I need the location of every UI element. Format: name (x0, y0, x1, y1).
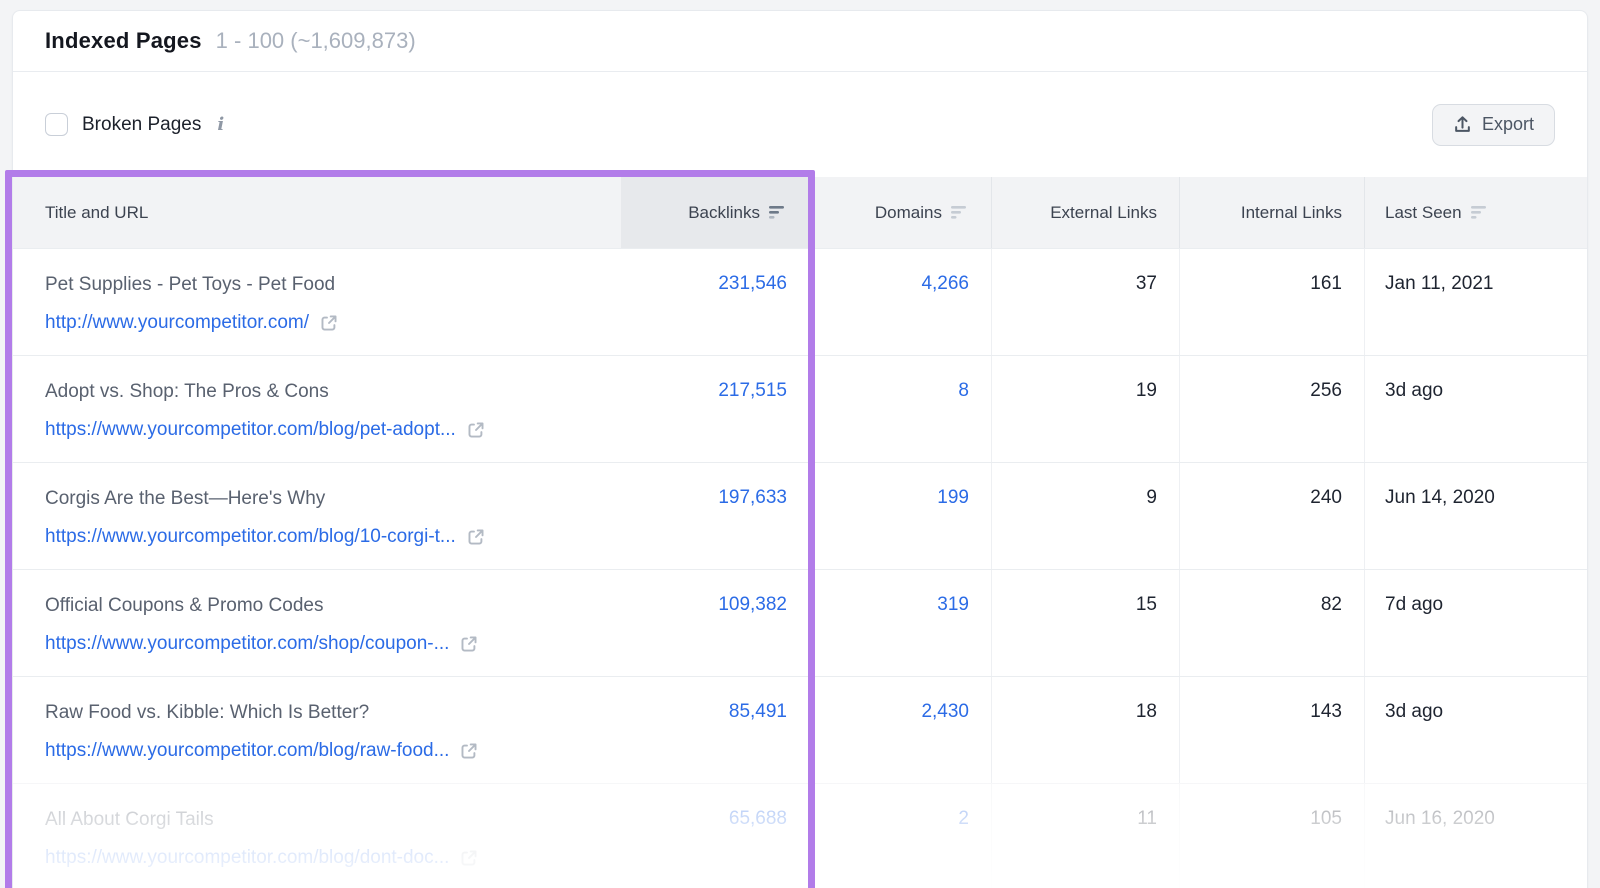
row-title: All About Corgi Tails (45, 809, 214, 830)
backlinks-value[interactable]: 217,515 (718, 380, 787, 401)
column-header-last-seen[interactable]: Last Seen (1364, 177, 1587, 248)
external-link-icon[interactable] (460, 849, 478, 867)
last-seen-value: 3d ago (1364, 356, 1587, 462)
row-title: Official Coupons & Promo Codes (45, 595, 324, 616)
table-row: Adopt vs. Shop: The Pros & Cons https://… (13, 355, 1587, 462)
table-row: Raw Food vs. Kibble: Which Is Better? ht… (13, 676, 1587, 783)
backlinks-value[interactable]: 85,491 (729, 701, 787, 722)
internal-links-value: 161 (1179, 249, 1364, 355)
indexed-pages-screen: Indexed Pages 1 - 100 (~1,609,873) Broke… (0, 0, 1600, 888)
row-url-link[interactable]: https://www.yourcompetitor.com/shop/coup… (45, 633, 449, 655)
internal-links-value: 143 (1179, 677, 1364, 783)
table-row: Corgis Are the Best—Here's Why https://w… (13, 462, 1587, 569)
external-links-value: 15 (991, 570, 1179, 676)
external-links-value: 19 (991, 356, 1179, 462)
broken-pages-filter: Broken Pages i (45, 113, 226, 136)
results-range: 1 - 100 (~1,609,873) (215, 28, 416, 53)
sort-icon (951, 206, 966, 219)
last-seen-value: 3d ago (1364, 677, 1587, 783)
export-label: Export (1481, 114, 1534, 134)
broken-pages-label: Broken Pages (82, 113, 202, 135)
external-links-value: 18 (991, 677, 1179, 783)
external-link-icon[interactable] (460, 635, 478, 653)
table-row: All About Corgi Tails https://www.yourco… (13, 783, 1587, 888)
export-button[interactable]: Export (1431, 103, 1555, 146)
external-links-value: 9 (991, 463, 1179, 569)
domains-value[interactable]: 2,430 (921, 701, 969, 722)
external-link-icon[interactable] (467, 421, 485, 439)
row-url-link[interactable]: https://www.yourcompetitor.com/blog/10-c… (45, 526, 456, 548)
row-title: Pet Supplies - Pet Toys - Pet Food (45, 274, 336, 295)
table-row: Pet Supplies - Pet Toys - Pet Food http:… (13, 248, 1587, 355)
domains-value[interactable]: 319 (937, 594, 969, 615)
column-header-external-links: External Links (991, 177, 1179, 248)
domains-value[interactable]: 4,266 (921, 273, 969, 294)
column-header-domains[interactable]: Domains (809, 177, 991, 248)
internal-links-value: 240 (1179, 463, 1364, 569)
table-row: Official Coupons & Promo Codes https://w… (13, 569, 1587, 676)
row-title: Adopt vs. Shop: The Pros & Cons (45, 381, 329, 402)
row-title: Raw Food vs. Kibble: Which Is Better? (45, 702, 370, 723)
external-link-icon[interactable] (467, 528, 485, 546)
indexed-pages-card: Indexed Pages 1 - 100 (~1,609,873) Broke… (12, 10, 1588, 888)
column-header-internal-links: Internal Links (1179, 177, 1364, 248)
toolbar: Broken Pages i Export (13, 72, 1587, 177)
row-url-link[interactable]: https://www.yourcompetitor.com/blog/raw-… (45, 740, 449, 762)
info-icon[interactable]: i (215, 114, 226, 135)
row-url-link[interactable]: https://www.yourcompetitor.com/blog/dont… (45, 847, 449, 869)
page-title: Indexed Pages (45, 28, 202, 53)
last-seen-value: Jan 11, 2021 (1364, 249, 1587, 355)
row-url-link[interactable]: http://www.yourcompetitor.com/ (45, 312, 309, 334)
internal-links-value: 105 (1179, 784, 1364, 888)
backlinks-value[interactable]: 231,546 (718, 273, 787, 294)
last-seen-value: 7d ago (1364, 570, 1587, 676)
external-link-icon[interactable] (460, 742, 478, 760)
backlinks-value[interactable]: 197,633 (718, 487, 787, 508)
external-links-value: 11 (991, 784, 1179, 888)
domains-value[interactable]: 2 (958, 808, 969, 829)
internal-links-value: 256 (1179, 356, 1364, 462)
domains-value[interactable]: 199 (937, 487, 969, 508)
indexed-pages-table: Title and URL Backlinks Domains External… (13, 177, 1587, 888)
column-header-backlinks[interactable]: Backlinks (621, 177, 809, 248)
table-header-row: Title and URL Backlinks Domains External… (13, 177, 1587, 248)
sort-descending-icon (769, 206, 784, 219)
internal-links-value: 82 (1179, 570, 1364, 676)
row-url-link[interactable]: https://www.yourcompetitor.com/blog/pet-… (45, 419, 456, 441)
sort-icon (1470, 206, 1486, 219)
row-title: Corgis Are the Best—Here's Why (45, 488, 326, 509)
external-link-icon[interactable] (320, 314, 338, 332)
domains-value[interactable]: 8 (958, 380, 969, 401)
backlinks-value[interactable]: 65,688 (729, 808, 787, 829)
card-header: Indexed Pages 1 - 100 (~1,609,873) (13, 11, 1587, 72)
last-seen-value: Jun 16, 2020 (1364, 784, 1587, 888)
last-seen-value: Jun 14, 2020 (1364, 463, 1587, 569)
broken-pages-checkbox[interactable] (45, 113, 68, 136)
upload-icon (1455, 116, 1470, 132)
backlinks-value[interactable]: 109,382 (718, 594, 787, 615)
column-header-title-url: Title and URL (45, 202, 149, 222)
external-links-value: 37 (991, 249, 1179, 355)
